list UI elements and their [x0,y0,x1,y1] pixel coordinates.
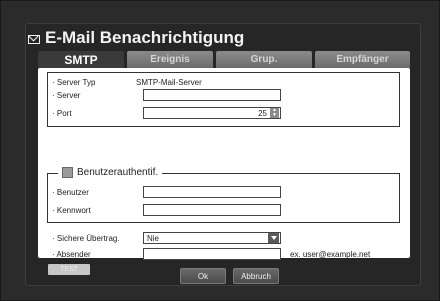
password-input[interactable] [143,204,281,216]
mail-icon [28,34,40,44]
tab-grup[interactable]: Grup. [216,51,312,68]
spinner-arrows-icon[interactable]: ▲ ▼ [270,108,279,118]
dialog-title: E-Mail Benachrichtigung [28,27,244,49]
password-label: · Kennwort [52,206,91,215]
cancel-button[interactable]: Abbruch [233,268,279,284]
tab-bar: SMTP Ereignis Grup. Empfänger [38,51,410,68]
port-label: · Port [52,109,72,118]
test-button[interactable]: TEST [48,264,90,275]
screen: E-Mail Benachrichtigung SMTP Ereignis Gr… [0,0,440,301]
email-notification-dialog: E-Mail Benachrichtigung SMTP Ereignis Gr… [25,23,421,286]
dialog-title-text: E-Mail Benachrichtigung [45,28,245,47]
secure-transfer-label: · Sichere Übertrag. [52,234,120,243]
server-type-value: SMTP-Mail-Server [136,78,202,87]
smtp-panel: · Server Typ SMTP-Mail-Server · Server ·… [38,68,410,275]
auth-checkbox[interactable] [62,167,73,178]
ok-button[interactable]: Ok [180,268,226,284]
user-input[interactable] [143,186,281,198]
sender-input[interactable] [143,248,281,260]
server-type-label: · Server Typ [52,78,96,87]
tab-smtp[interactable]: SMTP [38,51,124,68]
user-label: · Benutzer [52,188,89,197]
secure-transfer-select[interactable]: Nie [143,232,281,244]
auth-legend-text: Benutzerauthentif. [77,167,159,178]
server-label: · Server [52,91,81,100]
chevron-down-icon[interactable] [268,233,279,243]
port-stepper[interactable]: 25 ▲ ▼ [143,107,281,119]
secure-transfer-value: Nie [147,233,160,243]
server-input[interactable] [143,89,281,101]
auth-legend: Benutzerauthentif. [58,167,163,178]
port-value: 25 [258,108,267,118]
sender-label: · Absender [52,250,91,259]
tab-empfaenger[interactable]: Empfänger [315,51,410,68]
sender-hint: ex. user@example.net [290,250,371,259]
tab-ereignis[interactable]: Ereignis [127,51,213,68]
